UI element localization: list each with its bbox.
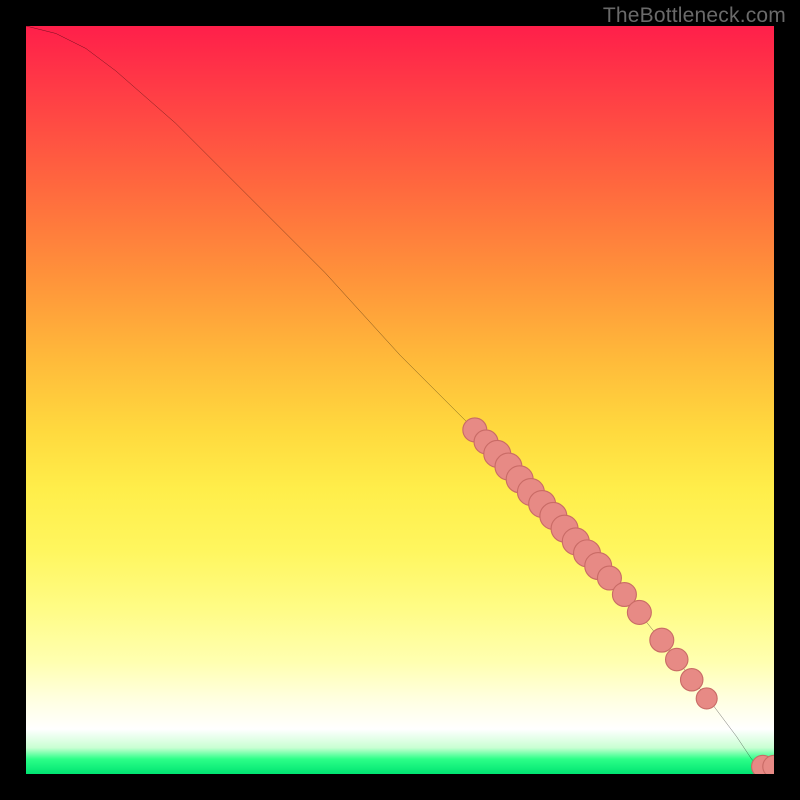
watermark-label: TheBottleneck.com xyxy=(603,4,786,28)
plot-area xyxy=(26,26,774,774)
chart-stage: TheBottleneck.com xyxy=(0,0,800,800)
